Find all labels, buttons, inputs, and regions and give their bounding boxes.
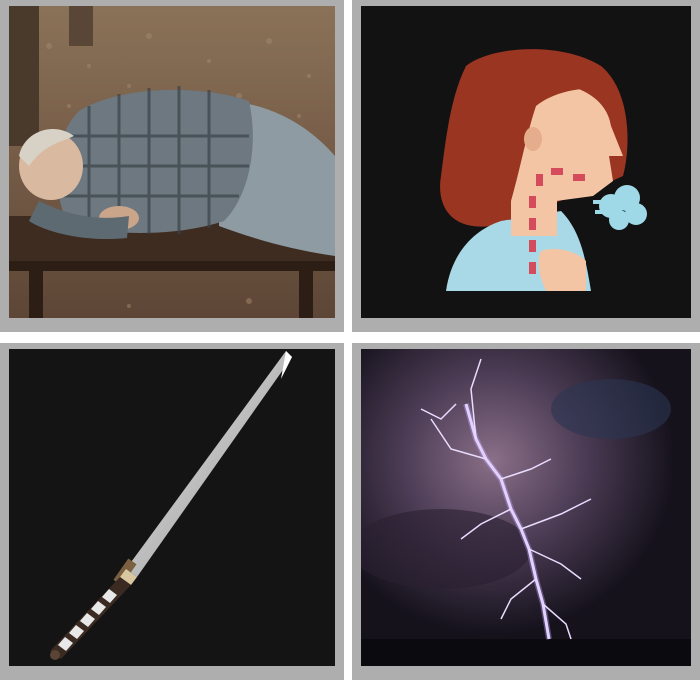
picture-tile-3[interactable]	[0, 343, 344, 680]
lightning-storm-photo	[361, 349, 691, 666]
picture-tile-1[interactable]	[0, 0, 344, 332]
picture-tile-4[interactable]	[352, 343, 700, 680]
katana-image	[9, 349, 335, 666]
coughing-woman-image	[361, 6, 691, 318]
coughing-woman-illustration	[361, 6, 691, 318]
puzzle-board	[0, 0, 700, 680]
picture-tile-2[interactable]	[352, 0, 700, 332]
sleeping-man-photo	[9, 6, 335, 318]
katana-illustration	[9, 349, 335, 666]
lightning-image	[361, 349, 691, 666]
sleeping-man-image	[9, 6, 335, 318]
